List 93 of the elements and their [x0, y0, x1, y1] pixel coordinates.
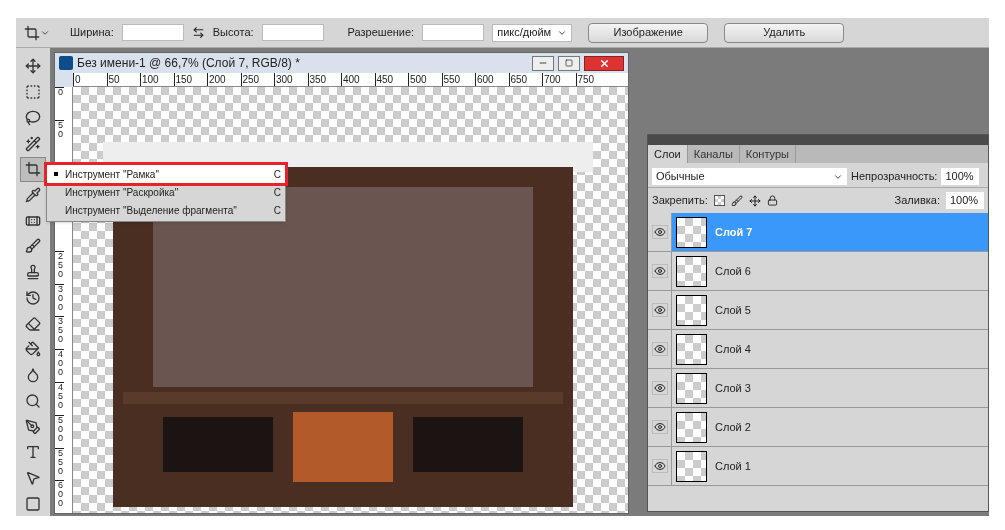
- layer-row[interactable]: Слой 3: [648, 369, 988, 408]
- ruler-label: 200: [207, 73, 241, 86]
- ruler-label: 500: [55, 414, 64, 448]
- visibility-toggle[interactable]: [651, 381, 668, 395]
- document-title: Без имени-1 @ 66,7% (Слой 7, RGB/8) *: [77, 55, 301, 72]
- crop-icon[interactable]: [24, 24, 50, 41]
- resolution-field[interactable]: [422, 24, 485, 41]
- layer-name: Слой 5: [715, 302, 751, 318]
- layer-thumbnail: [676, 255, 707, 287]
- width-label: Ширина:: [70, 25, 114, 41]
- lock-brush-icon[interactable]: [730, 194, 743, 207]
- layer-row[interactable]: Слой 5: [648, 291, 988, 330]
- flyout-item[interactable]: Инструмент "Раскройка" C: [47, 183, 285, 201]
- unit-dropdown[interactable]: пикс/дюйм: [492, 23, 573, 42]
- selected-bullet-icon: [54, 172, 58, 176]
- ruler-label: 0: [73, 73, 107, 86]
- visibility-toggle[interactable]: [651, 459, 668, 473]
- layer-name: Слой 3: [715, 380, 751, 396]
- ruler-label: 150: [173, 73, 207, 86]
- minimize-button[interactable]: [532, 55, 554, 71]
- visibility-toggle[interactable]: [651, 264, 668, 278]
- visibility-toggle[interactable]: [651, 420, 668, 434]
- ruler-label: 550: [441, 73, 475, 86]
- ruler-label: 100: [140, 73, 174, 86]
- crop-icon[interactable]: [20, 156, 46, 182]
- layer-thumbnail: [676, 216, 707, 248]
- app-icon: [59, 56, 73, 70]
- toolbar-button[interactable]: Изображение: [588, 22, 709, 43]
- layer-thumbnail: [676, 333, 707, 365]
- ruler-label: 700: [542, 73, 576, 86]
- layer-name: Слой 4: [715, 341, 751, 357]
- ruler-label: 300: [55, 283, 64, 317]
- flyout-item[interactable]: Инструмент "Выделение фрагмента" C: [47, 201, 285, 219]
- flyout-item-label: Инструмент "Раскройка": [65, 185, 180, 200]
- layer-row[interactable]: Слой 4: [648, 330, 988, 369]
- height-field[interactable]: [261, 24, 324, 41]
- layer-row[interactable]: Слой 1: [648, 447, 988, 486]
- layer-name: Слой 1: [715, 458, 751, 474]
- ruler-label: 250: [55, 250, 64, 284]
- layer-name: Слой 2: [715, 419, 751, 435]
- visibility-toggle[interactable]: [651, 303, 668, 317]
- opacity-label: Непрозрачность:: [851, 169, 938, 185]
- maximize-button[interactable]: [558, 55, 580, 71]
- blend-mode-dropdown[interactable]: Обычные: [652, 168, 847, 185]
- ruler-label: 650: [508, 73, 542, 86]
- flyout-item-label: Инструмент "Рамка": [65, 167, 160, 182]
- fill-label: Заливка:: [894, 193, 940, 209]
- resolution-label: Разрешение:: [347, 25, 415, 41]
- maximize-icon: [565, 59, 573, 67]
- close-icon: [598, 57, 610, 69]
- visibility-toggle[interactable]: [651, 342, 668, 356]
- layer-row[interactable]: Слой 6: [648, 252, 988, 291]
- fill-field[interactable]: 100%: [946, 192, 984, 209]
- ruler-label: 500: [408, 73, 442, 86]
- visibility-toggle[interactable]: [651, 225, 668, 239]
- ruler-label: 600: [55, 480, 64, 513]
- layer-thumbnail: [676, 372, 707, 404]
- flyout-item-label: Инструмент "Выделение фрагмента": [65, 203, 238, 218]
- ruler-label: 750: [575, 73, 609, 86]
- ruler-label: 0: [55, 87, 64, 120]
- ruler-label: 450: [374, 73, 408, 86]
- ruler-label: 50: [55, 119, 64, 153]
- ruler-label: 300: [274, 73, 308, 86]
- ruler-label: 400: [55, 349, 64, 382]
- ruler-label: 350: [55, 316, 64, 350]
- shortcut-key: C: [273, 202, 281, 218]
- ruler-label: 600: [475, 73, 509, 86]
- lock-label: Закрепить:: [652, 193, 708, 209]
- ruler-label: 250: [240, 73, 274, 86]
- opacity-field[interactable]: 100%: [941, 168, 980, 185]
- flyout-item[interactable]: Инструмент "Рамка" C: [47, 165, 285, 183]
- lock-move-icon[interactable]: [748, 194, 761, 207]
- layer-thumbnail: [676, 450, 707, 482]
- ruler-label: 550: [55, 447, 64, 481]
- shortcut-key: C: [273, 184, 281, 200]
- width-field[interactable]: [121, 24, 184, 41]
- ruler-label: 50: [106, 73, 140, 86]
- lock-icon[interactable]: [766, 195, 778, 206]
- layer-name: Слой 6: [715, 263, 751, 279]
- layer-name: Слой 7: [715, 224, 753, 240]
- lock-transparency-icon[interactable]: [713, 195, 725, 206]
- ruler-label: 350: [307, 73, 341, 86]
- toolbar-button[interactable]: Удалить: [724, 22, 845, 43]
- height-label: Высота:: [212, 25, 254, 41]
- ruler-label: 400: [341, 73, 375, 86]
- layer-thumbnail: [676, 294, 707, 326]
- close-button[interactable]: [584, 55, 624, 71]
- panel-tab[interactable]: Слои: [648, 145, 688, 163]
- shortcut-key: C: [273, 166, 281, 182]
- layer-row[interactable]: Слой 2: [648, 408, 988, 447]
- swap-icon[interactable]: [191, 26, 205, 39]
- ruler-label: 450: [55, 381, 64, 415]
- layer-thumbnail: [676, 411, 707, 443]
